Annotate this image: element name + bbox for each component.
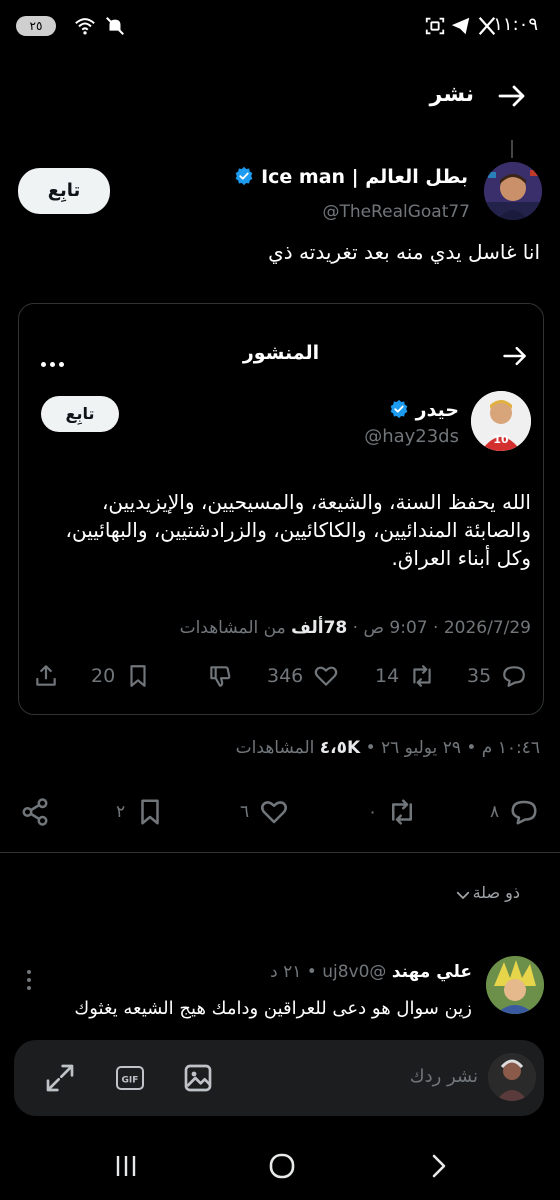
like-button[interactable]: ٦ <box>240 798 289 826</box>
bookmark-icon <box>130 665 146 687</box>
post-bookmark-icon <box>141 799 159 825</box>
status-bar: ٢٥ ١١:٠٩ <box>0 0 560 56</box>
related-label: ذو صلة <box>472 883 520 902</box>
clock: ١١:٠٩ <box>493 14 538 35</box>
share-icon <box>36 665 56 686</box>
share-button[interactable] <box>20 798 50 826</box>
quote-title: المنشور <box>242 342 320 364</box>
quote-date: 2026/7/29 · 9:07 ص · <box>347 618 531 638</box>
wifi-icon <box>75 18 95 35</box>
follow-button[interactable]: تابِع <box>18 168 110 214</box>
post-reply-icon <box>511 800 537 825</box>
reply-button[interactable]: ٨ <box>490 798 539 826</box>
quote-dislike-button[interactable] <box>207 662 233 690</box>
post-heart-icon <box>261 801 288 824</box>
recent-apps-icon[interactable] <box>108 1148 144 1184</box>
back-nav-icon[interactable] <box>420 1148 456 1184</box>
quote-views-label: من المشاهدات <box>179 618 292 638</box>
top-header: نشر <box>0 72 560 122</box>
system-nav-bar <box>0 1128 560 1200</box>
reply-more-icon[interactable] <box>26 966 32 994</box>
heart-icon <box>315 666 338 686</box>
author-handle: @TheRealGoat77 <box>322 202 470 222</box>
like-count: ٦ <box>240 802 250 822</box>
post-views-count: ٤،٥K <box>319 738 361 758</box>
bookmark-button[interactable]: ٢ <box>116 798 165 826</box>
post-views-label: المشاهدات <box>235 738 320 758</box>
quote-bookmark-button[interactable]: 20 <box>91 662 151 690</box>
reply-avatar[interactable] <box>486 956 544 1014</box>
quote-reply-button[interactable]: 35 <box>467 662 527 690</box>
svg-text:10: 10 <box>493 433 509 446</box>
repost-icon <box>413 665 431 687</box>
quote-repost-count: 14 <box>375 665 400 687</box>
quote-author-handle: @hay23ds <box>364 426 459 447</box>
quote-like-button[interactable]: 346 <box>267 662 339 690</box>
quote-meta: 2026/7/29 · 9:07 ص · 78ألف من المشاهدات <box>180 618 531 638</box>
author-name[interactable]: بطل العالم | Ice man <box>234 166 468 188</box>
quote-actions: 20 346 14 35 <box>19 656 543 696</box>
share-network-icon <box>22 798 48 826</box>
thread-line <box>511 140 513 158</box>
quote-author-name[interactable]: حيدر <box>389 399 459 421</box>
expand-icon[interactable] <box>44 1062 76 1094</box>
related-toggle[interactable]: ذو صلة <box>473 883 520 902</box>
quote-more-icon[interactable] <box>41 352 68 371</box>
battery-indicator: ٢٥ <box>16 16 56 36</box>
chevron-down-icon[interactable] <box>454 886 472 904</box>
post-repost-icon <box>392 799 413 825</box>
quote-views-count: 78ألف <box>291 618 348 638</box>
quote-reply-count: 35 <box>467 665 492 687</box>
reply-composer[interactable]: GIF نشر ردك <box>14 1040 544 1116</box>
divider <box>0 852 560 853</box>
reply-handle-time: @uj8v0 • ٢١ د <box>270 962 392 982</box>
post-time-date: ١٠:٤٦ م • ٢٩ يوليو ٢٦ • <box>360 738 540 758</box>
author-avatar[interactable] <box>484 162 542 220</box>
quote-follow-button[interactable]: تابِع <box>41 396 119 432</box>
author-name-text: بطل العالم | Ice man <box>261 166 468 188</box>
bookmark-count: ٢ <box>116 802 126 822</box>
mute-icon <box>106 17 124 35</box>
quote-bookmark-count: 20 <box>91 665 116 687</box>
gif-icon[interactable]: GIF <box>114 1062 146 1094</box>
quote-text: الله يحفظ السنة، والشيعة، والمسيحيين، وا… <box>65 490 531 570</box>
post-meta: ١٠:٤٦ م • ٢٩ يوليو ٢٦ • ٤،٥K المشاهدات <box>236 738 540 758</box>
composer-placeholder[interactable]: نشر ردك <box>410 1066 478 1087</box>
reply-avatar-image <box>486 956 544 1014</box>
repost-button[interactable]: ٠ <box>368 798 417 826</box>
reply-count: ٨ <box>490 802 500 822</box>
repost-count: ٠ <box>368 802 378 822</box>
reply-author-name[interactable]: علي مهند <box>392 962 472 982</box>
reply-header: علي مهند @uj8v0 • ٢١ د <box>270 962 472 982</box>
my-avatar <box>488 1053 536 1101</box>
quote-author-avatar[interactable]: 10 <box>471 391 531 451</box>
quoted-post[interactable]: المنشور 10 حيدر @hay23ds تابِع الله يحفظ… <box>18 303 544 715</box>
page-title: نشر <box>429 82 474 107</box>
reply-icon <box>503 666 526 687</box>
quote-share-button[interactable] <box>33 662 59 690</box>
screen-capture-icon <box>425 17 445 35</box>
verified-badge-icon <box>236 166 253 186</box>
quote-verified-badge-icon <box>390 399 408 419</box>
svg-text:GIF: GIF <box>122 1076 139 1086</box>
post-actions: ٢ ٦ ٠ ٨ <box>0 790 560 834</box>
quote-avatar-image: 10 <box>471 391 531 451</box>
thumbs-down-icon <box>210 666 231 687</box>
quote-like-count: 346 <box>267 665 304 687</box>
back-arrow-icon[interactable] <box>496 80 528 112</box>
quote-author-name-text: حيدر <box>415 399 459 421</box>
tweet-text: انا غاسل يدي منه بعد تغريدته ذي <box>268 240 540 264</box>
telegram-icon <box>451 17 470 35</box>
my-avatar-image <box>488 1053 536 1101</box>
image-icon[interactable] <box>182 1062 214 1094</box>
home-icon[interactable] <box>264 1148 300 1184</box>
avatar-image <box>484 162 542 220</box>
reply-text: زين سوال هو دعى للعراقين ودامك هيج الشيع… <box>74 998 472 1019</box>
quote-repost-button[interactable]: 14 <box>375 662 435 690</box>
